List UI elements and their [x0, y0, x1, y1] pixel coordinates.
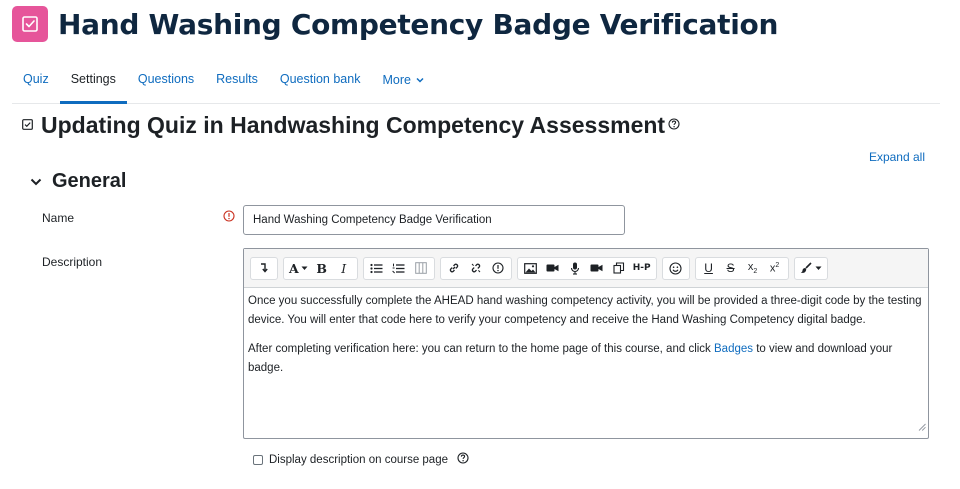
- tab-label: Results: [216, 72, 258, 86]
- tab-label: Settings: [70, 72, 116, 86]
- tab-more[interactable]: More: [371, 62, 435, 104]
- toolbar-group-style: A B I: [283, 256, 358, 280]
- tab-label: More: [382, 73, 411, 87]
- link-icon[interactable]: [443, 258, 465, 279]
- paragraph-text: After completing verification here: you …: [248, 343, 714, 355]
- chevron-down-icon: [30, 173, 42, 191]
- description-editor: A B I H-P U S x2 x2 Once you successfull…: [243, 248, 929, 439]
- microphone-icon[interactable]: [564, 258, 586, 279]
- tab-results[interactable]: Results: [205, 62, 269, 104]
- tab-label: Questions: [137, 72, 195, 86]
- description-paragraph: After completing verification here: you …: [248, 340, 923, 378]
- unlink-icon[interactable]: [465, 258, 487, 279]
- underline-icon[interactable]: U: [698, 258, 720, 279]
- brush-icon[interactable]: [797, 258, 825, 279]
- superscript-icon[interactable]: x2: [764, 258, 786, 279]
- toolbar-group-media: H-P: [516, 256, 657, 280]
- quiz-icon: [12, 6, 48, 42]
- columns-icon[interactable]: [410, 258, 432, 279]
- manage-files-icon[interactable]: [608, 258, 630, 279]
- ordered-list-icon[interactable]: [388, 258, 410, 279]
- heading-text: Updating Quiz in Handwashing Competency …: [41, 112, 666, 138]
- toolbar-group-text-format: U S x2 x2: [694, 256, 789, 280]
- info-icon[interactable]: [487, 258, 509, 279]
- show-more-buttons-icon[interactable]: [253, 258, 275, 279]
- italic-icon[interactable]: I: [333, 258, 355, 279]
- subscript-icon[interactable]: x2: [742, 258, 764, 279]
- h5p-label: H-P: [632, 263, 651, 273]
- paragraph-text: Once you successfully complete the AHEAD…: [248, 295, 922, 326]
- name-label: Name: [42, 211, 75, 225]
- description-label: Description: [42, 255, 103, 269]
- tab-quiz[interactable]: Quiz: [12, 62, 60, 104]
- emoji-icon[interactable]: [665, 258, 687, 279]
- editor-content-area[interactable]: Once you successfully complete the AHEAD…: [244, 288, 928, 378]
- display-description-checkbox[interactable]: [253, 454, 263, 465]
- display-description-row: Display description on course page: [253, 452, 469, 467]
- page-title: Hand Washing Competency Badge Verificati…: [58, 7, 779, 41]
- display-description-label: Display description on course page: [269, 453, 448, 466]
- chevron-down-icon: [416, 72, 424, 86]
- help-icon[interactable]: [457, 452, 469, 467]
- required-icon: [223, 209, 235, 227]
- badges-link[interactable]: Badges: [714, 343, 753, 355]
- toolbar-group-links: [439, 256, 512, 280]
- quiz-small-icon: [22, 117, 33, 135]
- tab-label: Question bank: [279, 72, 361, 86]
- toolbar-group-collapse: [250, 256, 278, 280]
- secondary-navigation: Quiz Settings Questions Results Question…: [12, 62, 940, 104]
- video-icon[interactable]: [542, 258, 564, 279]
- tab-label: Quiz: [23, 72, 49, 86]
- section-title: General: [52, 170, 127, 192]
- strikethrough-icon[interactable]: S: [720, 258, 742, 279]
- name-input[interactable]: [243, 205, 625, 235]
- toolbar-group-clear: [793, 256, 828, 280]
- bold-icon[interactable]: B: [311, 258, 333, 279]
- editor-toolbar: A B I H-P U S x2 x2: [244, 249, 928, 288]
- paragraph-styles-icon[interactable]: A: [286, 258, 311, 279]
- resize-handle-icon[interactable]: [918, 418, 926, 436]
- image-icon[interactable]: [520, 258, 542, 279]
- description-paragraph: Once you successfully complete the AHEAD…: [248, 292, 923, 330]
- tab-questions[interactable]: Questions: [127, 62, 205, 104]
- record-video-icon[interactable]: [586, 258, 608, 279]
- tab-settings[interactable]: Settings: [59, 62, 127, 104]
- unordered-list-icon[interactable]: [366, 258, 388, 279]
- toolbar-group-emoji: [661, 256, 690, 280]
- page-header: Hand Washing Competency Badge Verificati…: [12, 4, 778, 44]
- help-icon[interactable]: [668, 117, 680, 135]
- section-general-header[interactable]: General: [30, 170, 126, 193]
- tab-question-bank[interactable]: Question bank: [269, 62, 372, 104]
- toolbar-group-list: [362, 256, 435, 280]
- h5p-icon[interactable]: H-P: [630, 258, 654, 279]
- expand-all-link[interactable]: Expand all: [869, 150, 925, 164]
- page-heading: Updating Quiz in Handwashing Competency …: [22, 112, 680, 139]
